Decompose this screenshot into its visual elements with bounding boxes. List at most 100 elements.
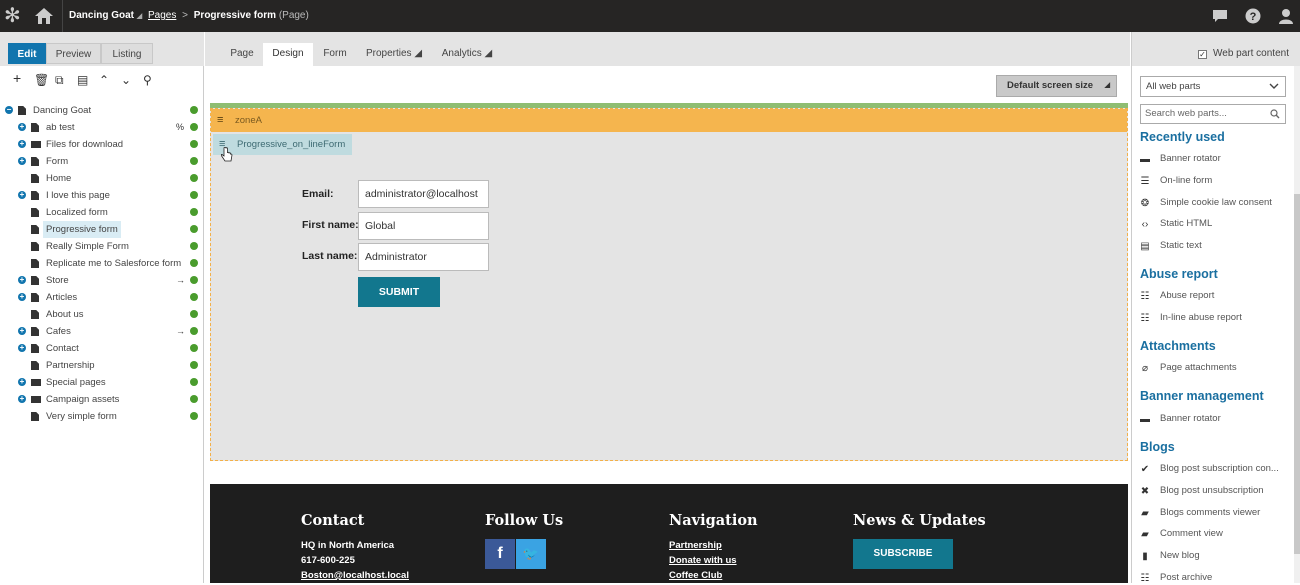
- tree-node[interactable]: + Files for download: [0, 136, 204, 153]
- submit-button[interactable]: SUBMIT: [358, 277, 440, 307]
- tree-node[interactable]: Really Simple Form: [0, 238, 204, 255]
- zone-header[interactable]: ≡ zoneA: [211, 109, 1127, 132]
- tree-node[interactable]: + Articles: [0, 289, 204, 306]
- chat-icon[interactable]: [1212, 8, 1228, 24]
- user-icon[interactable]: [1278, 8, 1294, 24]
- first-name-field[interactable]: Global: [358, 212, 489, 240]
- tree-node[interactable]: + Special pages: [0, 374, 204, 391]
- tree-node[interactable]: + ab test%: [0, 119, 204, 136]
- expand-icon[interactable]: +: [18, 395, 26, 403]
- tree-node[interactable]: + Store →: [0, 272, 204, 289]
- web-part-header[interactable]: ≡ Progressive_on_lineForm: [213, 134, 352, 155]
- copy-icon[interactable]: ⧉: [55, 73, 64, 87]
- tree-node[interactable]: About us: [0, 306, 204, 323]
- web-part-item[interactable]: ✔ Blog post subscription con...: [1140, 462, 1279, 476]
- web-part-item[interactable]: ✖ Blog post unsubscription: [1140, 484, 1264, 498]
- web-part-category-title[interactable]: Abuse report: [1140, 267, 1218, 281]
- web-part-item[interactable]: ▰ Comment view: [1140, 527, 1223, 541]
- web-part-category-title[interactable]: Blogs: [1140, 440, 1175, 454]
- kentico-logo-icon[interactable]: ✻: [4, 6, 24, 26]
- web-part-item[interactable]: ▮ New blog: [1140, 549, 1199, 563]
- tree-node[interactable]: Progressive form: [0, 221, 204, 238]
- expand-icon[interactable]: +: [18, 327, 26, 335]
- mode-listing-button[interactable]: Listing: [101, 43, 153, 64]
- web-part-item[interactable]: ▬ Banner rotator: [1140, 152, 1221, 166]
- tree-node[interactable]: + Form: [0, 153, 204, 170]
- tab-analytics[interactable]: Analytics ◢: [439, 43, 495, 66]
- footer-nav-link[interactable]: Donate with us: [669, 555, 737, 566]
- web-part-zone: ≡ zoneA ≡ Progressive_on_lineForm Email:…: [210, 108, 1128, 461]
- tree-node[interactable]: Localized form: [0, 204, 204, 221]
- tree-node[interactable]: Replicate me to Salesforce form: [0, 255, 204, 272]
- expand-icon[interactable]: +: [18, 140, 26, 148]
- expand-icon[interactable]: +: [18, 276, 26, 284]
- web-part-item[interactable]: ⌀ Page attachments: [1140, 361, 1237, 375]
- web-part-category-title[interactable]: Attachments: [1140, 339, 1216, 353]
- expand-icon[interactable]: +: [18, 344, 26, 352]
- footer-nav-link[interactable]: Coffee Club: [669, 570, 722, 581]
- expand-icon[interactable]: +: [18, 191, 26, 199]
- tab-properties[interactable]: Properties ◢: [364, 43, 424, 66]
- mode-edit-button[interactable]: Edit: [8, 43, 46, 64]
- subscribe-button[interactable]: SUBSCRIBE: [853, 539, 953, 569]
- move-down-icon[interactable]: ⌄: [121, 73, 131, 87]
- web-part-item-label: On-line form: [1160, 174, 1213, 186]
- web-part-category-title[interactable]: Banner management: [1140, 389, 1264, 403]
- email-field[interactable]: administrator@localhost: [358, 180, 489, 208]
- web-part-category-select[interactable]: All web parts: [1140, 76, 1286, 97]
- tree-node[interactable]: + I love this page: [0, 187, 204, 204]
- web-part-item[interactable]: ☷ In-line abuse report: [1140, 311, 1242, 325]
- cookie-icon: ❂: [1140, 197, 1150, 209]
- scrollbar-thumb[interactable]: [1294, 194, 1300, 554]
- published-status-icon: [190, 208, 198, 216]
- add-icon[interactable]: +: [13, 71, 21, 85]
- content-tree-panel: Edit Preview Listing + 🗑 ⧉ ▤ ⌃ ⌄ ⚲ − Danc…: [0, 32, 204, 583]
- web-part-category-title[interactable]: Recently used: [1140, 130, 1225, 144]
- expand-icon[interactable]: +: [18, 378, 26, 386]
- page-icon: [31, 123, 39, 132]
- tab-page[interactable]: Page: [225, 43, 259, 66]
- tree-node[interactable]: + Campaign assets: [0, 391, 204, 408]
- web-part-content-checkbox[interactable]: ✓: [1198, 50, 1207, 59]
- tab-form[interactable]: Form: [319, 43, 351, 66]
- published-status-icon: [190, 310, 198, 318]
- redirect-icon: →: [176, 326, 185, 336]
- expand-icon[interactable]: +: [18, 157, 26, 165]
- move-icon[interactable]: ▤: [77, 73, 88, 87]
- web-part-item[interactable]: ▤ Static text: [1140, 239, 1201, 253]
- screen-size-selector[interactable]: Default screen size ◢: [996, 75, 1117, 97]
- move-up-icon[interactable]: ⌃: [99, 73, 109, 87]
- expand-icon[interactable]: +: [18, 293, 26, 301]
- web-part-item[interactable]: ☰ On-line form: [1140, 174, 1213, 188]
- expand-icon[interactable]: +: [18, 123, 26, 131]
- tree-node[interactable]: Very simple form: [0, 408, 204, 425]
- footer-contact-email-link[interactable]: Boston@localhost.local: [301, 570, 409, 581]
- web-part-item[interactable]: ❂ Simple cookie law consent: [1140, 196, 1272, 210]
- web-part-search-input[interactable]: Search web parts...: [1140, 104, 1286, 124]
- last-name-field[interactable]: Administrator: [358, 243, 489, 271]
- web-part-item[interactable]: ▰ Blogs comments viewer: [1140, 506, 1260, 520]
- web-part-item[interactable]: ☷ Abuse report: [1140, 289, 1215, 303]
- twitter-icon[interactable]: 🐦: [516, 539, 546, 569]
- breadcrumb-pages-link[interactable]: Pages: [148, 10, 176, 21]
- search-icon[interactable]: ⚲: [143, 73, 152, 87]
- tree-node[interactable]: + Cafes →: [0, 323, 204, 340]
- mode-preview-button[interactable]: Preview: [46, 43, 101, 64]
- tree-node[interactable]: + Contact: [0, 340, 204, 357]
- tree-node[interactable]: − Dancing Goat: [0, 102, 204, 119]
- tab-design[interactable]: Design: [263, 43, 313, 66]
- home-icon[interactable]: [34, 6, 54, 26]
- tree-node[interactable]: Partnership: [0, 357, 204, 374]
- collapse-icon[interactable]: −: [5, 106, 13, 114]
- tree-node[interactable]: Home: [0, 170, 204, 187]
- site-selector[interactable]: Dancing Goat ◢: [62, 0, 148, 32]
- facebook-icon[interactable]: f: [485, 539, 515, 569]
- footer-nav-link[interactable]: Partnership: [669, 540, 722, 551]
- help-icon[interactable]: ?: [1245, 8, 1261, 24]
- menu-icon[interactable]: ≡: [217, 109, 223, 132]
- web-part-item[interactable]: ‹› Static HTML: [1140, 217, 1213, 231]
- web-part-item-label: In-line abuse report: [1160, 311, 1242, 323]
- scrollbar[interactable]: [1294, 66, 1300, 583]
- web-part-item[interactable]: ▬ Banner rotator: [1140, 412, 1221, 426]
- delete-icon[interactable]: 🗑: [34, 73, 49, 87]
